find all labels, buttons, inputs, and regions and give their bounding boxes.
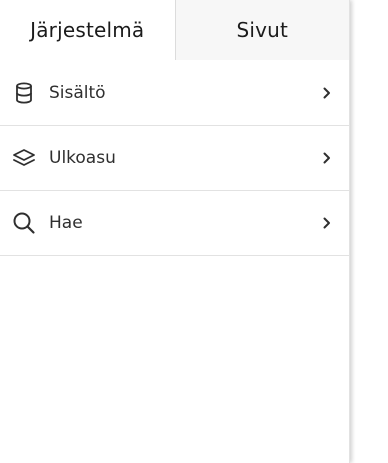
menu-item-label: Hae <box>49 213 83 233</box>
menu-item-label: Ulkoasu <box>49 148 116 168</box>
menu-item-hae[interactable]: Hae <box>0 191 349 256</box>
menu-item-ulkoasu[interactable]: Ulkoasu <box>0 126 349 191</box>
menu-item-label: Sisältö <box>49 82 106 103</box>
chevron-right-icon <box>321 151 333 165</box>
search-icon <box>12 211 36 235</box>
side-panel: Järjestelmä Sivut Sisältö Ulkoasu Hae <box>0 0 350 463</box>
tab-bar: Järjestelmä Sivut <box>0 0 349 60</box>
menu-item-sisalto[interactable]: Sisältö <box>0 60 349 126</box>
database-icon <box>12 81 36 105</box>
chevron-right-icon <box>321 216 333 230</box>
tab-jarjestelma[interactable]: Järjestelmä <box>0 0 175 60</box>
layers-icon <box>12 146 36 170</box>
chevron-right-icon <box>321 86 333 100</box>
tab-sivut[interactable]: Sivut <box>174 0 349 60</box>
